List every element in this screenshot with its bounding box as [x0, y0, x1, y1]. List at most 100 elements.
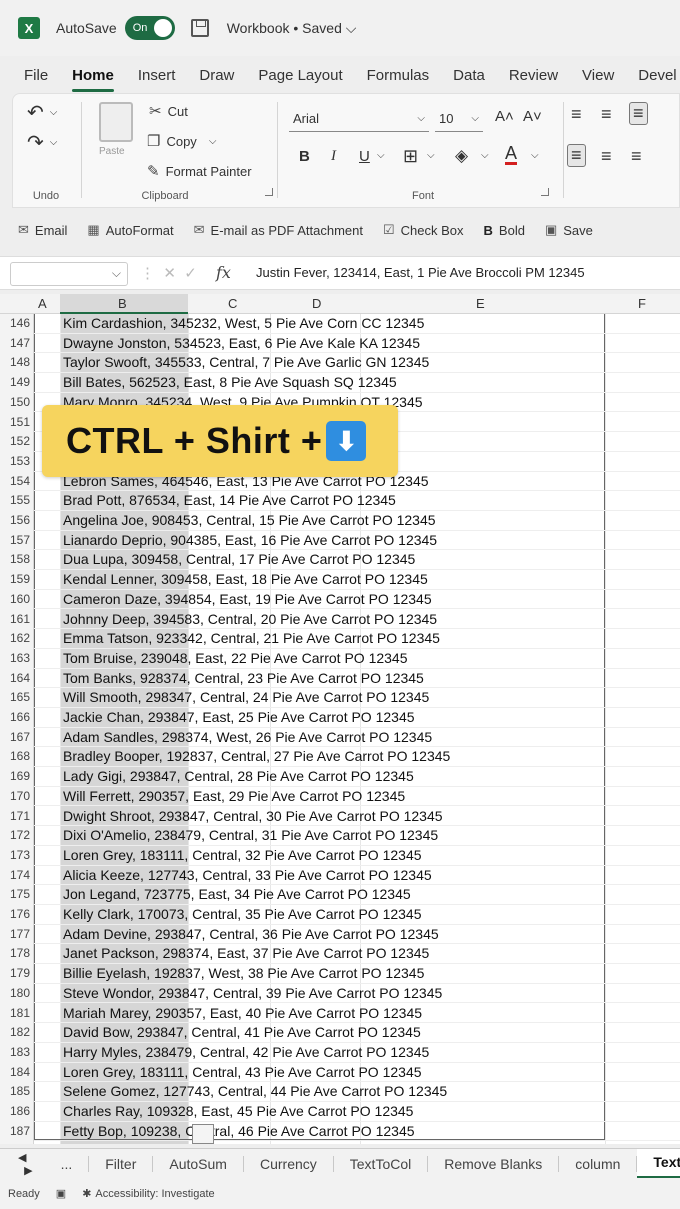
column-header-c[interactable]: C	[228, 296, 237, 311]
cell-b[interactable]: Steve Wondor, 293847, Central, 39 Pie Av…	[63, 985, 442, 1001]
row-header[interactable]: 157	[2, 533, 30, 547]
accessibility-status[interactable]: ✱ Accessibility: Investigate	[82, 1187, 214, 1201]
row-header[interactable]: 179	[2, 966, 30, 980]
align-bottom-icon[interactable]: ≡	[629, 102, 648, 125]
cell-b[interactable]: Dwayne Jonston, 534523, East, 6 Pie Ave …	[63, 335, 420, 351]
row-header[interactable]: 161	[2, 612, 30, 626]
tab-formulas[interactable]: Formulas	[367, 67, 430, 84]
cell-b[interactable]: Johnny Deep, 394583, Central, 20 Pie Ave…	[63, 611, 437, 627]
row-header[interactable]: 154	[2, 474, 30, 488]
table-row[interactable]: 164 Tom Banks, 928374, Central, 23 Pie Av…	[0, 669, 680, 689]
tab-draw[interactable]: Draw	[199, 67, 234, 84]
row-header[interactable]: 156	[2, 513, 30, 527]
bold-button[interactable]: B	[299, 148, 310, 165]
table-row[interactable]: 176 Kelly Clark, 170073, Central, 35 Pie …	[0, 905, 680, 925]
align-left-icon[interactable]: ≡	[567, 144, 586, 167]
align-middle-icon[interactable]: ≡	[601, 104, 612, 125]
row-header[interactable]: 169	[2, 769, 30, 783]
table-row[interactable]: 171 Dwight Shroot, 293847, Central, 30 Pi…	[0, 807, 680, 827]
row-header[interactable]: 146	[2, 316, 30, 330]
cell-b[interactable]: Charles Ray, 109328, East, 45 Pie Ave Ca…	[63, 1103, 413, 1119]
italic-button[interactable]: I	[331, 148, 336, 165]
row-header[interactable]: 159	[2, 572, 30, 586]
sheet-tab-texttocol[interactable]: TextToCol	[334, 1155, 429, 1172]
table-row[interactable]: 183 Harry Myles, 238479, Central, 42 Pie …	[0, 1043, 680, 1063]
cell-b[interactable]: Dixi O'Amelio, 238479, Central, 31 Pie A…	[63, 827, 438, 843]
cell-b[interactable]: Kim Cardashion, 345232, West, 5 Pie Ave …	[63, 315, 424, 331]
table-row[interactable]: 155 Brad Pott, 876534, East, 14 Pie Ave C…	[0, 491, 680, 511]
sheet-tab-more[interactable]: ...	[45, 1155, 90, 1172]
cell-b[interactable]: Cameron Daze, 394854, East, 19 Pie Ave C…	[63, 591, 432, 607]
cell-b[interactable]: Mariah Marey, 290357, East, 40 Pie Ave C…	[63, 1005, 422, 1021]
row-header[interactable]: 182	[2, 1025, 30, 1039]
save-quick-button[interactable]: ▣ Save	[545, 222, 593, 238]
cell-b[interactable]: Alicia Keeze, 127743, Central, 33 Pie Av…	[63, 867, 432, 883]
cell-b[interactable]: Bill Bates, 562523, East, 8 Pie Ave Squa…	[63, 374, 397, 390]
cell-b[interactable]: Jon Legand, 723775, East, 34 Pie Ave Car…	[63, 886, 411, 902]
column-header-e[interactable]: E	[476, 296, 485, 311]
row-header[interactable]: 180	[2, 986, 30, 1000]
table-row[interactable]: 147 Dwayne Jonston, 534523, East, 6 Pie A…	[0, 334, 680, 354]
sheet-tab-autosum[interactable]: AutoSum	[153, 1155, 244, 1172]
format-painter-button[interactable]: ✎ Format Painter	[147, 162, 252, 180]
cell-b[interactable]: Dua Lupa, 309458, Central, 17 Pie Ave Ca…	[63, 551, 415, 567]
cell-b[interactable]: Taylor Swooft, 345533, Central, 7 Pie Av…	[63, 354, 429, 370]
table-row[interactable]: 182 David Bow, 293847, Central, 41 Pie Av…	[0, 1023, 680, 1043]
tab-developer[interactable]: Devel	[638, 67, 676, 84]
row-header[interactable]: 176	[2, 907, 30, 921]
table-row[interactable]: 175 Jon Legand, 723775, East, 34 Pie Ave …	[0, 885, 680, 905]
table-row[interactable]: 178 Janet Packson, 298374, East, 37 Pie A…	[0, 944, 680, 965]
autosave-toggle[interactable]: On	[124, 16, 175, 40]
clipboard-launcher-icon[interactable]	[265, 188, 273, 196]
cell-b[interactable]: Tom Bruise, 239048, East, 22 Pie Ave Car…	[63, 650, 408, 666]
workbook-title[interactable]: Workbook • Saved ⌵	[227, 20, 357, 37]
table-row[interactable]: 186 Charles Ray, 109328, East, 45 Pie Ave…	[0, 1102, 680, 1122]
row-header[interactable]: 181	[2, 1006, 30, 1020]
font-name-select[interactable]: Arial ⌵	[289, 106, 429, 132]
sheet-tab-remove-blanks[interactable]: Remove Blanks	[428, 1155, 560, 1172]
tab-home[interactable]: Home	[72, 67, 114, 92]
cell-b[interactable]: Selene Gomez, 127743, Central, 44 Pie Av…	[63, 1083, 447, 1099]
table-row[interactable]: 162 Emma Tatson, 923342, Central, 21 Pie …	[0, 629, 680, 649]
copy-button[interactable]: ❐ Copy ⌵	[147, 132, 216, 150]
cell-b[interactable]: Dwight Shroot, 293847, Central, 30 Pie A…	[63, 808, 443, 824]
cell-b[interactable]: Angelina Joe, 908453, Central, 15 Pie Av…	[63, 512, 436, 528]
cell-b[interactable]: Lady Gigi, 293847, Central, 28 Pie Ave C…	[63, 768, 414, 784]
table-row[interactable]: 174 Alicia Keeze, 127743, Central, 33 Pie…	[0, 866, 680, 886]
font-color-icon[interactable]: A	[505, 144, 518, 165]
table-row[interactable]: 168 Bradley Booper, 192837, Central, 27 P…	[0, 747, 680, 768]
row-header[interactable]: 164	[2, 671, 30, 685]
row-header[interactable]: 147	[2, 336, 30, 350]
table-row[interactable]: 167 Adam Sandles, 298374, West, 26 Pie Av…	[0, 728, 680, 748]
quick-analysis-icon[interactable]	[192, 1124, 214, 1144]
align-top-icon[interactable]: ≡	[571, 104, 582, 125]
check-box-button[interactable]: ☑ Check Box	[383, 222, 464, 238]
row-header[interactable]: 153	[2, 454, 30, 468]
shrink-font-button[interactable]: A˅	[523, 108, 542, 125]
formula-input[interactable]: Justin Fever, 123414, East, 1 Pie Ave Br…	[256, 265, 585, 280]
sheet-nav-arrows-icon[interactable]: ◀ ▶	[18, 1151, 33, 1177]
table-row[interactable]: 158 Dua Lupa, 309458, Central, 17 Pie Ave…	[0, 550, 680, 571]
table-row[interactable]: 159 Kendal Lenner, 309458, East, 18 Pie A…	[0, 570, 680, 590]
table-row[interactable]: 172 Dixi O'Amelio, 238479, Central, 31 Pi…	[0, 826, 680, 846]
row-header[interactable]: 174	[2, 868, 30, 882]
column-header-d[interactable]: D	[312, 296, 321, 311]
cut-button[interactable]: ✂ Cut	[149, 102, 188, 120]
font-size-select[interactable]: 10 ⌵	[435, 106, 483, 132]
cell-b[interactable]: Bradley Booper, 192837, Central, 27 Pie …	[63, 748, 450, 764]
table-row[interactable]: 181 Mariah Marey, 290357, East, 40 Pie Av…	[0, 1004, 680, 1024]
sheet-tab-filter[interactable]: Filter	[89, 1155, 154, 1172]
email-pdf-button[interactable]: ✉ E-mail as PDF Attachment	[194, 222, 363, 238]
table-row[interactable]: 170 Will Ferrett, 290357, East, 29 Pie Av…	[0, 787, 680, 807]
borders-icon[interactable]: ⊞	[403, 146, 418, 167]
row-header[interactable]: 162	[2, 631, 30, 645]
row-header[interactable]: 170	[2, 789, 30, 803]
name-box[interactable]: ⌵	[10, 262, 128, 286]
row-header[interactable]: 167	[2, 730, 30, 744]
align-right-icon[interactable]: ≡	[631, 146, 642, 167]
cell-b[interactable]: Billie Eyelash, 192837, West, 38 Pie Ave…	[63, 965, 424, 981]
row-header[interactable]: 184	[2, 1065, 30, 1079]
row-header[interactable]: 148	[2, 355, 30, 369]
sheet-tab-column[interactable]: column	[559, 1155, 638, 1172]
row-header[interactable]: 166	[2, 710, 30, 724]
